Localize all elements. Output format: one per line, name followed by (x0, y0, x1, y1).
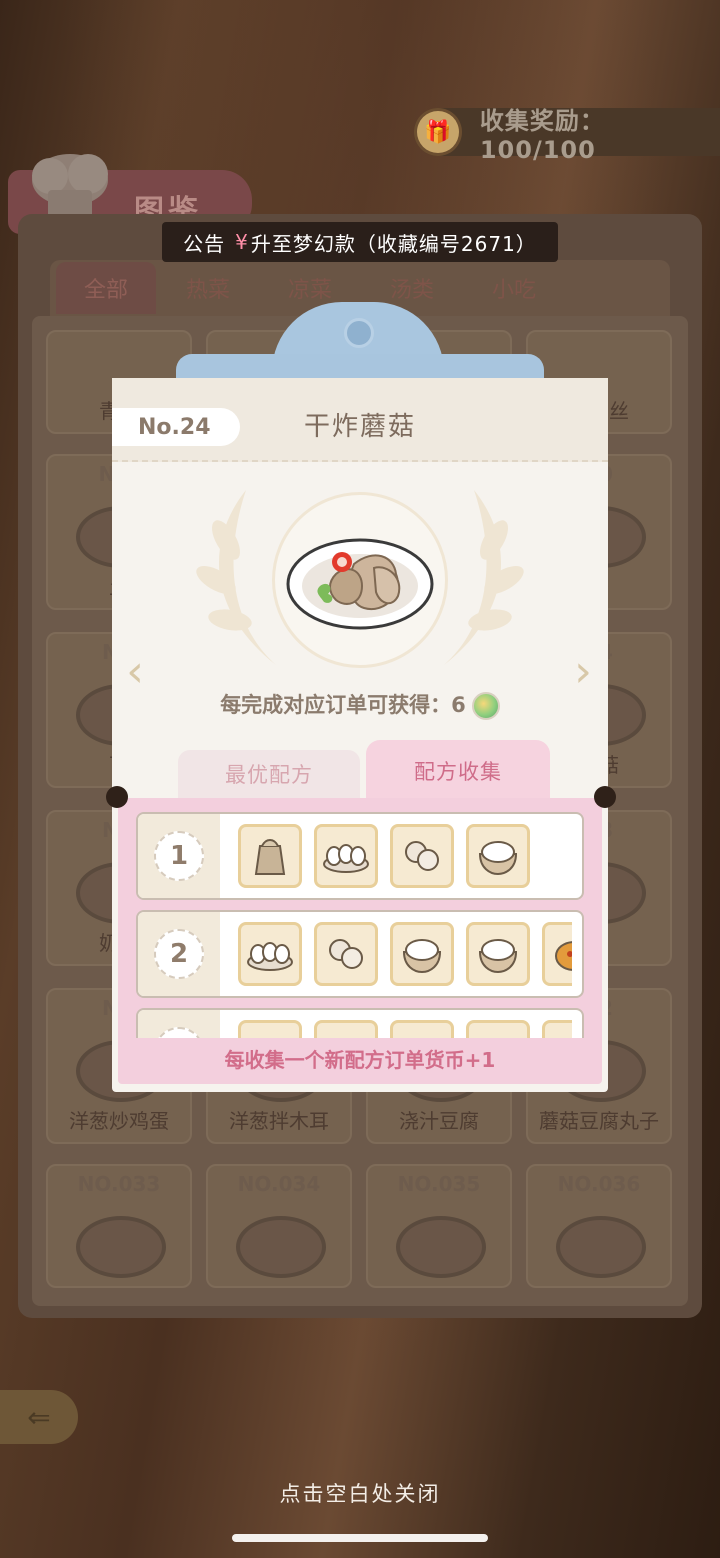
ingredient-list (238, 824, 572, 890)
collection-reward-badge[interactable]: 🎁 收集奖励：100/100 (414, 107, 720, 164)
coin-icon (471, 692, 500, 720)
announcement-text: 升至梦幻款（收藏编号2671） (250, 231, 537, 256)
announcement-banner: 公告 ¥ 升至梦幻款（收藏编号2671） (162, 222, 558, 262)
home-indicator[interactable] (232, 1534, 488, 1542)
order-reward-info: 每完成对应订单可获得：6 (112, 688, 608, 722)
panel-notch (594, 786, 616, 808)
tap-to-close-hint[interactable]: 点击空白处关闭 (0, 1478, 720, 1508)
dish-name: 蘑菇豆腐丸子 (539, 1109, 659, 1133)
gift-icon: 🎁 (414, 108, 462, 156)
mushroom-icon (390, 824, 454, 888)
tab-hot-dishes[interactable]: 热菜 (158, 262, 258, 314)
dish-cell[interactable]: NO.034 (206, 1164, 352, 1288)
recipe-index-cell: 1 (138, 814, 220, 898)
flour-bowl-icon (466, 824, 530, 888)
dish-number: NO.035 (397, 1172, 481, 1196)
currency-symbol: ¥ (235, 230, 249, 254)
dish-name: 浇汁豆腐 (399, 1109, 479, 1133)
flour-bowl-icon (238, 1020, 302, 1038)
ingredient-list (238, 1020, 572, 1038)
back-button[interactable]: ⇐ (0, 1390, 78, 1444)
dish-plate-icon (396, 1216, 486, 1278)
dish-number: NO.033 (77, 1172, 161, 1196)
dish-title: 干炸蘑菇 (303, 412, 416, 442)
flour-sack-icon (238, 824, 302, 888)
cloche-lid-handle (344, 318, 374, 348)
eggs-tray-icon (314, 824, 378, 888)
recipe-index: 3 (154, 1027, 204, 1038)
recipe-index: 1 (154, 831, 204, 881)
flour-bowl-icon (466, 922, 530, 986)
fried-mushroom-dish-icon (286, 538, 434, 630)
next-dish-chevron-icon[interactable]: › (568, 650, 598, 694)
recipe-row[interactable]: 2 (136, 910, 584, 998)
announcement-prefix: 公告 (183, 231, 226, 256)
sauce-plate-icon (542, 922, 572, 986)
dish-name: 洋葱炒鸡蛋 (69, 1109, 169, 1133)
ingredient-list (238, 922, 572, 988)
recipe-index-cell: 3 (138, 1010, 220, 1038)
back-arrow-icon: ⇐ (27, 1400, 51, 1434)
tab-snacks[interactable]: 小吃 (464, 262, 564, 314)
panel-notch (106, 786, 128, 808)
order-reward-text: 每完成对应订单可获得：6 (220, 693, 466, 717)
tab-all[interactable]: 全部 (56, 262, 156, 314)
collection-bonus-text: 每收集一个新配方订单货币+1 (224, 1048, 496, 1072)
tab-recipe-collection[interactable]: 配方收集 (366, 740, 550, 802)
flour-bowl-icon (390, 922, 454, 986)
dish-cell[interactable]: NO.036 (526, 1164, 672, 1288)
eggs-tray-icon (238, 922, 302, 986)
dish-plate-icon (236, 1216, 326, 1278)
tab-best-recipe[interactable]: 最优配方 (178, 750, 360, 798)
dish-number: NO.036 (557, 1172, 641, 1196)
recipe-row[interactable]: 1 (136, 812, 584, 900)
dish-number: NO.034 (237, 1172, 321, 1196)
dish-cell[interactable]: NO.033 (46, 1164, 192, 1288)
dish-name: 洋葱拌木耳 (229, 1109, 329, 1133)
flour-bowl-icon (390, 1020, 454, 1038)
dish-cell[interactable]: NO.035 (366, 1164, 512, 1288)
reward-label: 收集奖励：100/100 (479, 106, 605, 164)
recipe-index: 2 (154, 929, 204, 979)
recipe-list[interactable]: 1 2 (136, 812, 584, 1038)
mushroom-icon (314, 922, 378, 986)
dish-plate-icon (76, 1216, 166, 1278)
flour-bowl-icon (314, 1020, 378, 1038)
recipe-index-cell: 2 (138, 912, 220, 996)
sauce-plate-icon (542, 1020, 572, 1038)
flour-bowl-icon (466, 1020, 530, 1038)
dish-plate-icon (556, 1216, 646, 1278)
recipe-row[interactable]: 3 (136, 1008, 584, 1038)
previous-dish-chevron-icon[interactable]: ‹ (120, 650, 150, 694)
